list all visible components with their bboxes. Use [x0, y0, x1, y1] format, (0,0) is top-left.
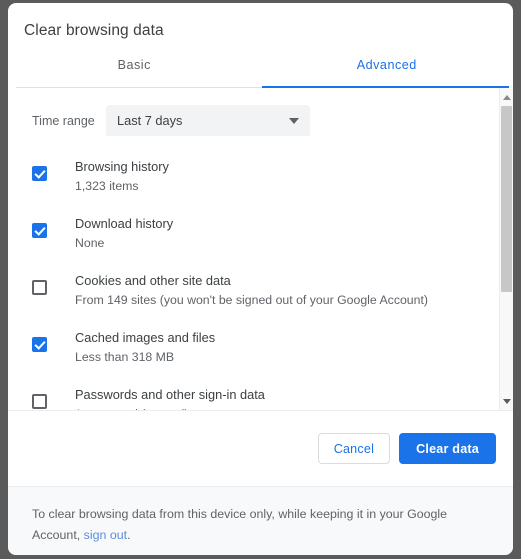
checkbox-cookies-and-site-data[interactable]	[32, 280, 47, 295]
list-item-title: Cookies and other site data	[75, 273, 231, 288]
checkbox-passwords-and-signin-data[interactable]	[32, 394, 47, 409]
tab-bar: Basic Advanced	[8, 54, 513, 88]
time-range-row: Time range Last 7 days	[8, 88, 499, 136]
list-item[interactable]: Download history None	[8, 205, 499, 262]
sign-out-link[interactable]: sign out	[84, 528, 127, 542]
tab-advanced-label: Advanced	[356, 58, 417, 72]
list-item-sub: 1 password (synced)	[75, 405, 265, 410]
list-item-text: Passwords and other sign-in data 1 passw…	[75, 385, 265, 410]
list-item-text: Download history None	[75, 214, 173, 253]
time-range-value: Last 7 days	[117, 113, 183, 128]
dialog-footer: To clear browsing data from this device …	[8, 486, 513, 555]
tab-basic-label: Basic	[117, 58, 151, 72]
settings-scroll-area: Time range Last 7 days Browsing history …	[8, 88, 513, 410]
list-item-text: Browsing history 1,323 items	[75, 157, 169, 196]
list-item[interactable]: Browsing history 1,323 items	[8, 148, 499, 205]
dialog-actions: Cancel Clear data	[8, 410, 513, 486]
checkbox-cached-images-and-files[interactable]	[32, 337, 47, 352]
checkbox-browsing-history[interactable]	[32, 166, 47, 181]
list-item[interactable]: Passwords and other sign-in data 1 passw…	[8, 376, 499, 410]
tab-basic[interactable]: Basic	[8, 54, 261, 88]
list-item-sub: Less than 318 MB	[75, 350, 175, 364]
list-item-title: Download history	[75, 216, 174, 231]
list-item-text: Cached images and files Less than 318 MB	[75, 328, 215, 367]
list-item-sub: From 149 sites (you won't be signed out …	[75, 293, 429, 307]
clear-data-button[interactable]: Clear data	[399, 433, 496, 464]
vertical-scrollbar[interactable]	[499, 88, 513, 410]
chevron-down-icon	[289, 117, 299, 124]
time-range-label: Time range	[32, 113, 95, 128]
scrollbar-thumb[interactable]	[501, 106, 512, 292]
clear-browsing-data-dialog: Clear browsing data Basic Advanced Time …	[8, 3, 513, 555]
list-item-sub: 1,323 items	[75, 179, 139, 193]
list-item-text: Cookies and other site data From 149 sit…	[75, 271, 428, 310]
list-item-title: Passwords and other sign-in data	[75, 387, 265, 402]
scroll-down-arrow-icon[interactable]	[500, 394, 513, 408]
tab-advanced[interactable]: Advanced	[261, 54, 514, 88]
cancel-button[interactable]: Cancel	[317, 433, 391, 464]
dialog-title: Clear browsing data	[24, 22, 164, 39]
list-item[interactable]: Cached images and files Less than 318 MB	[8, 319, 499, 376]
scroll-up-arrow-icon[interactable]	[500, 90, 513, 104]
footer-text-end: .	[127, 528, 131, 542]
settings-content: Time range Last 7 days Browsing history …	[8, 88, 499, 410]
list-item[interactable]: Cookies and other site data From 149 sit…	[8, 262, 499, 319]
list-item-title: Cached images and files	[75, 330, 216, 345]
list-item-sub: None	[75, 236, 105, 250]
time-range-select[interactable]: Last 7 days	[106, 105, 310, 136]
checkbox-download-history[interactable]	[32, 223, 47, 238]
data-type-list: Browsing history 1,323 items Download hi…	[8, 136, 499, 410]
list-item-title: Browsing history	[75, 159, 169, 174]
